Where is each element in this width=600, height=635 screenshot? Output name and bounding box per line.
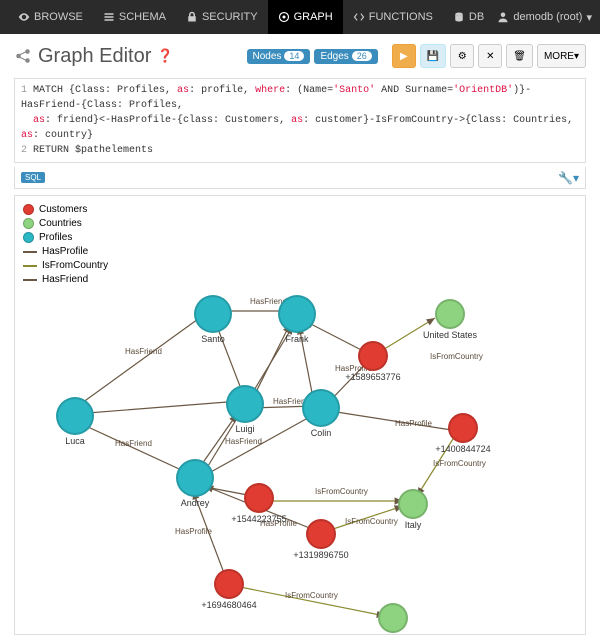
query-subbar: SQL 🔧▾: [14, 167, 586, 189]
graph-canvas[interactable]: Customers Countries Profiles HasProfile …: [14, 195, 586, 635]
list-icon: [103, 11, 115, 23]
graph-node[interactable]: [56, 397, 94, 435]
graph-node[interactable]: [378, 603, 408, 633]
user-icon: [497, 11, 509, 23]
nav-browse[interactable]: BROWSE: [8, 0, 93, 34]
node-label: Luca: [65, 436, 85, 446]
svg-text:IsFromCountry: IsFromCountry: [315, 487, 368, 496]
graph-node[interactable]: [358, 341, 388, 371]
settings-button[interactable]: ⚙: [450, 44, 474, 68]
sql-tag: SQL: [21, 172, 45, 183]
graph-node[interactable]: [214, 569, 244, 599]
graph-node[interactable]: [244, 483, 274, 513]
edges-badge[interactable]: Edges26: [314, 49, 377, 64]
svg-text:IsFromCountry: IsFromCountry: [433, 459, 486, 468]
trash-icon: 🗑: [513, 51, 526, 62]
query-editor[interactable]: 1MATCH {Class: Profiles, as: profile, wh…: [14, 78, 586, 163]
edges-layer: HasFriend HasFriend HasFriend HasFriend …: [15, 196, 585, 634]
node-label: +1319896750: [293, 550, 348, 560]
save-button[interactable]: 💾: [420, 44, 446, 68]
page-title: Graph Editor ❓: [14, 45, 174, 68]
wrench-icon[interactable]: 🔧▾: [558, 171, 579, 185]
target-icon: [278, 11, 290, 23]
graph-node[interactable]: [226, 385, 264, 423]
graph-node[interactable]: [302, 389, 340, 427]
help-icon[interactable]: ❓: [157, 48, 173, 64]
title-bar: Graph Editor ❓ Nodes14 Edges26 ▶ 💾 ⚙ ✕ 🗑…: [0, 34, 600, 78]
node-label: Italy: [405, 520, 422, 530]
svg-text:IsFromCountry: IsFromCountry: [345, 517, 398, 526]
nav-db[interactable]: DB: [443, 0, 494, 34]
eye-icon: [18, 11, 30, 23]
play-icon: ▶: [400, 51, 408, 62]
save-icon: 💾: [427, 51, 439, 62]
more-button[interactable]: MORE ▾: [537, 44, 586, 68]
node-label: +1589653776: [345, 372, 400, 382]
graph-node[interactable]: [194, 295, 232, 333]
user-menu[interactable]: demodb (root) ▾: [497, 11, 592, 24]
node-label: Santo: [201, 334, 225, 344]
svg-text:IsFromCountry: IsFromCountry: [430, 352, 483, 361]
svg-text:HasFriend: HasFriend: [225, 437, 262, 446]
svg-text:IsFromCountry: IsFromCountry: [285, 591, 338, 600]
node-label: Frank: [285, 334, 308, 344]
node-label: +1694680464: [201, 600, 256, 610]
nodes-badge[interactable]: Nodes14: [247, 49, 311, 64]
node-label: Andrey: [181, 498, 210, 508]
nav-graph[interactable]: GRAPH: [268, 0, 343, 34]
svg-text:HasFriend: HasFriend: [125, 347, 162, 356]
graph-node[interactable]: [435, 299, 465, 329]
graph-node[interactable]: [278, 295, 316, 333]
svg-text:HasFriend: HasFriend: [115, 439, 152, 448]
database-icon: [453, 11, 465, 23]
run-button[interactable]: ▶: [392, 44, 416, 68]
chevron-down-icon: ▾: [586, 11, 592, 24]
node-label: +1544223755: [231, 514, 286, 524]
node-label: +1400844724: [435, 444, 490, 454]
nav-schema[interactable]: SCHEMA: [93, 0, 176, 34]
svg-text:HasProfile: HasProfile: [175, 527, 212, 536]
gear-icon: ⚙: [458, 51, 467, 62]
delete-button[interactable]: 🗑: [506, 44, 533, 68]
share-icon: [14, 47, 32, 65]
expand-button[interactable]: ✕: [478, 44, 502, 68]
svg-text:HasProfile: HasProfile: [395, 419, 432, 428]
lock-icon: [186, 11, 198, 23]
node-label: Colin: [311, 428, 332, 438]
node-label: United States: [423, 330, 477, 340]
top-nav: BROWSE SCHEMA SECURITY GRAPH FUNCTIONS D…: [0, 0, 600, 34]
code-icon: [353, 11, 365, 23]
graph-node[interactable]: [398, 489, 428, 519]
expand-icon: ✕: [486, 51, 494, 62]
nav-security[interactable]: SECURITY: [176, 0, 268, 34]
graph-node[interactable]: [306, 519, 336, 549]
graph-node[interactable]: [176, 459, 214, 497]
node-label: Luigi: [235, 424, 254, 434]
graph-node[interactable]: [448, 413, 478, 443]
nav-functions[interactable]: FUNCTIONS: [343, 0, 443, 34]
